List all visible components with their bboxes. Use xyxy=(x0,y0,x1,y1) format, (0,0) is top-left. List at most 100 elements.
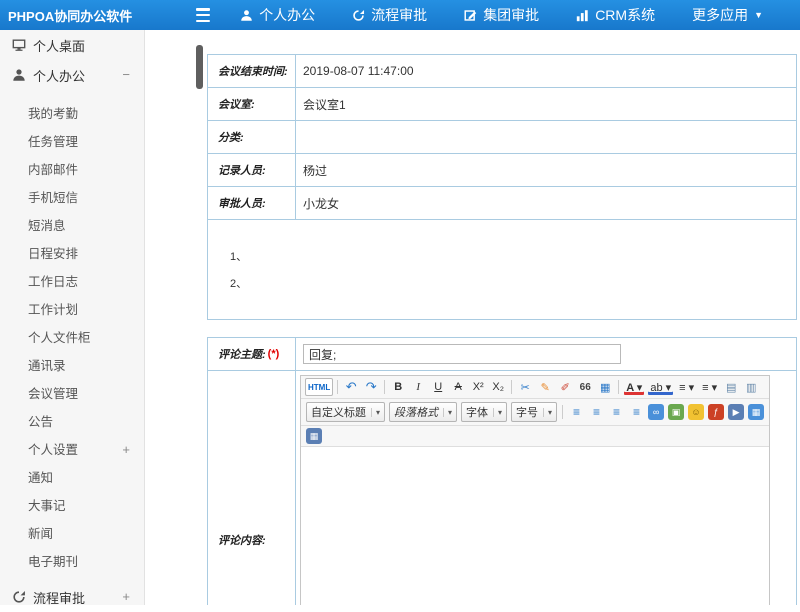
sidebar-label: 个人设置 xyxy=(28,443,78,457)
nav-group-approval[interactable]: 集团审批 xyxy=(464,5,539,25)
font-family-dropdown[interactable]: 字体 ▾ xyxy=(461,402,507,422)
remove-format-icon[interactable]: ✂ xyxy=(516,378,534,396)
expand-icon[interactable]: + xyxy=(122,582,130,612)
sidebar-item-meeting-management[interactable]: 会议管理 xyxy=(0,380,144,408)
content-line: 2、 xyxy=(230,271,796,298)
comment-subject-input[interactable] xyxy=(303,344,621,364)
sidebar-item-notifications[interactable]: 通知 xyxy=(0,464,144,492)
undo-icon[interactable]: ↶ xyxy=(342,378,360,396)
caret-down-icon: ▼ xyxy=(754,10,763,20)
numbered-list-button[interactable]: ≡ ▾ xyxy=(676,378,697,396)
sidebar-item-work-log[interactable]: 工作日志 xyxy=(0,268,144,296)
sidebar-item-work-plan[interactable]: 工作计划 xyxy=(0,296,144,324)
sidebar-item-personal-files[interactable]: 个人文件柜 xyxy=(0,324,144,352)
sidebar-item-e-journal[interactable]: 电子期刊 xyxy=(0,548,144,576)
sidebar-item-task-management[interactable]: 任务管理 xyxy=(0,128,144,156)
editor-content-area[interactable] xyxy=(301,447,769,605)
sidebar-item-mobile-sms[interactable]: 手机短信 xyxy=(0,184,144,212)
sidebar-label: 我的考勤 xyxy=(28,107,78,121)
field-value: 杨过 xyxy=(296,154,796,186)
sidebar-item-short-message[interactable]: 短消息 xyxy=(0,212,144,240)
sidebar-label: 个人文件柜 xyxy=(28,331,91,345)
field-value xyxy=(296,121,796,153)
sidebar-item-personal-desktop[interactable]: 个人桌面 xyxy=(0,30,144,60)
sidebar-item-news[interactable]: 新闻 xyxy=(0,520,144,548)
collapse-icon[interactable]: − xyxy=(122,60,130,90)
align-center-icon[interactable]: ≡ xyxy=(587,403,605,421)
sidebar-label: 大事记 xyxy=(28,499,66,513)
desktop-icon xyxy=(12,38,26,52)
align-justify-icon[interactable]: ≡ xyxy=(627,403,645,421)
font-size-dropdown[interactable]: 字号 ▾ xyxy=(511,402,557,422)
comment-content-row: 评论内容: HTML ↶ ↷ B I U A X² X₂ xyxy=(208,371,796,605)
sidebar-group-personal-office[interactable]: 个人办公 − xyxy=(0,60,144,90)
subscript-button[interactable]: X₂ xyxy=(489,378,507,396)
field-label: 会议室: xyxy=(208,88,296,120)
save-icon[interactable]: ▦ xyxy=(748,404,764,420)
sidebar-label: 会议管理 xyxy=(28,387,78,401)
menu-toggle-icon[interactable] xyxy=(196,8,210,22)
paste-from-word-icon[interactable]: ▤ xyxy=(722,378,740,396)
nav-label: CRM系统 xyxy=(595,5,655,25)
insert-image-icon[interactable]: ▣ xyxy=(668,404,684,420)
sidebar: 个人桌面 个人办公 − 我的考勤 任务管理 内部邮件 手机短信 短消息 日程安排… xyxy=(0,30,145,605)
sidebar-item-announcements[interactable]: 公告 xyxy=(0,408,144,436)
insert-table-icon[interactable]: ▦ xyxy=(306,428,322,444)
strikethrough-button[interactable]: A xyxy=(449,378,467,396)
bold-button[interactable]: B xyxy=(389,378,407,396)
insert-link-icon[interactable]: ∞ xyxy=(648,404,664,420)
sidebar-item-memorabilia[interactable]: 大事记 xyxy=(0,492,144,520)
field-label: 审批人员: xyxy=(208,187,296,219)
bullet-list-button[interactable]: ≡ ▾ xyxy=(699,378,720,396)
nav-label: 更多应用 xyxy=(692,5,748,25)
nav-more-apps[interactable]: 更多应用 ▼ xyxy=(692,5,763,25)
nav-crm-system[interactable]: CRM系统 xyxy=(576,5,655,25)
workflow-icon xyxy=(352,9,365,22)
expand-icon[interactable]: + xyxy=(122,436,130,464)
blockquote-button[interactable]: 66 xyxy=(576,378,594,396)
background-color-button[interactable]: ab ▾ xyxy=(647,378,674,396)
meeting-detail-table: 会议结束时间: 2019-08-07 11:47:00 会议室: 会议室1 分类… xyxy=(207,54,797,320)
sidebar-item-contacts[interactable]: 通讯录 xyxy=(0,352,144,380)
format-painter-icon[interactable]: ✐ xyxy=(556,378,574,396)
sidebar-item-personal-settings[interactable]: 个人设置 + xyxy=(0,436,144,464)
sidebar-item-internal-mail[interactable]: 内部邮件 xyxy=(0,156,144,184)
grid-icon[interactable]: ▦ xyxy=(596,378,614,396)
field-label: 会议结束时间: xyxy=(208,55,296,87)
heading-style-dropdown[interactable]: 自定义标题 ▾ xyxy=(306,402,385,422)
source-html-button[interactable]: HTML xyxy=(305,378,333,396)
redo-icon[interactable]: ↷ xyxy=(362,378,380,396)
editor-toolbar-row-1: HTML ↶ ↷ B I U A X² X₂ ✂ ✎ ✐ xyxy=(301,376,769,399)
sidebar-item-attendance[interactable]: 我的考勤 xyxy=(0,100,144,128)
insert-emoticon-icon[interactable]: ☺ xyxy=(688,404,704,420)
underline-button[interactable]: U xyxy=(429,378,447,396)
scrollbar-thumb[interactable] xyxy=(196,45,203,89)
font-color-button[interactable]: A ▾ xyxy=(623,378,645,396)
subject-label: 评论主题: xyxy=(218,346,266,362)
paste-plain-text-icon[interactable]: ▥ xyxy=(742,378,760,396)
sidebar-label: 短消息 xyxy=(28,219,66,233)
align-left-icon[interactable]: ≡ xyxy=(567,403,585,421)
insert-media-icon[interactable]: ▶ xyxy=(728,404,744,420)
caret-down-icon: ▾ xyxy=(543,408,552,417)
editor-toolbar-row-3: ▦ xyxy=(301,426,769,447)
edit-pencil-icon[interactable]: ✎ xyxy=(536,378,554,396)
nav-workflow-approval[interactable]: 流程审批 xyxy=(352,5,427,25)
sidebar-label: 个人办公 xyxy=(33,66,85,85)
main-content: 会议结束时间: 2019-08-07 11:47:00 会议室: 会议室1 分类… xyxy=(146,30,800,605)
italic-button[interactable]: I xyxy=(409,378,427,396)
insert-flash-icon[interactable]: ƒ xyxy=(708,404,724,420)
nav-personal-office[interactable]: 个人办公 xyxy=(240,5,315,25)
field-value: HTML ↶ ↷ B I U A X² X₂ ✂ ✎ ✐ xyxy=(296,371,796,605)
paragraph-format-dropdown[interactable]: 段落格式 ▾ xyxy=(389,402,457,422)
sidebar-label: 流程审批 xyxy=(33,588,85,607)
sidebar-group-workflow-approval[interactable]: 流程审批 + xyxy=(0,582,144,612)
nav-label: 流程审批 xyxy=(371,5,427,25)
nav-label: 个人办公 xyxy=(259,5,315,25)
sidebar-item-schedule[interactable]: 日程安排 xyxy=(0,240,144,268)
person-icon xyxy=(240,9,253,22)
editor-toolbar-row-2: 自定义标题 ▾ 段落格式 ▾ 字体 ▾ 字号 ▾ xyxy=(301,399,769,426)
align-right-icon[interactable]: ≡ xyxy=(607,403,625,421)
superscript-button[interactable]: X² xyxy=(469,378,487,396)
toolbar-separator xyxy=(511,380,512,394)
